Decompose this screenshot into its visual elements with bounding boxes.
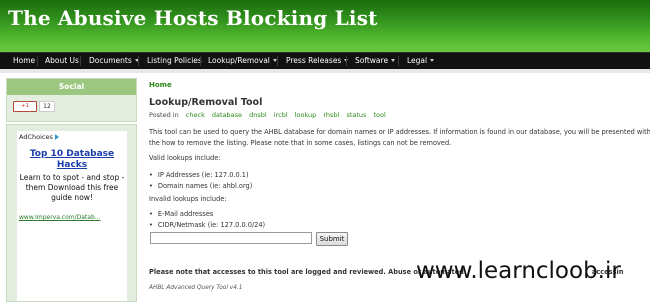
nav-separator xyxy=(398,56,399,66)
tag-link[interactable]: dnsbl xyxy=(249,111,267,119)
tag-link[interactable]: database xyxy=(212,111,242,119)
ad-description: Learn to to spot - and stop - them Downl… xyxy=(19,173,125,202)
plusone-count: 12 xyxy=(39,101,55,112)
breadcrumb-home[interactable]: Home xyxy=(149,81,172,89)
nav-lookup-removal[interactable]: Lookup/Removal xyxy=(208,53,277,69)
list-item: CIDR/Netmask (ie: 127.0.0.0/24) xyxy=(149,221,265,229)
nav-software[interactable]: Software xyxy=(355,53,396,69)
chevron-down-icon xyxy=(391,58,396,62)
list-item: IP Addresses (ie: 127.0.0.1) xyxy=(149,171,249,179)
nav-label: About Us xyxy=(45,56,79,65)
posted-in-label: Posted in xyxy=(149,111,179,119)
adchoices-link[interactable]: AdChoices xyxy=(19,133,59,141)
chevron-down-icon xyxy=(430,58,435,62)
nav-separator xyxy=(138,56,139,66)
nav-separator xyxy=(37,56,38,66)
site-title[interactable]: The Abusive Hosts Blocking List xyxy=(8,6,378,30)
submit-button[interactable]: Submit xyxy=(316,232,348,246)
tag-link[interactable]: check xyxy=(186,111,205,119)
nav-label: Home xyxy=(13,56,36,65)
nav-press-releases[interactable]: Press Releases xyxy=(286,53,349,69)
nav-listing-policies[interactable]: Listing Policies xyxy=(147,53,202,69)
nav-documents[interactable]: Documents xyxy=(89,53,139,69)
nav-label: Press Releases xyxy=(286,56,342,65)
nav-label: Legal xyxy=(407,56,428,65)
social-heading: Social xyxy=(7,79,136,95)
list-item: Domain names (ie: ahbl.org) xyxy=(149,182,252,190)
social-widget: Social +1 12 xyxy=(6,78,137,122)
nav-separator xyxy=(277,56,278,66)
tag-link[interactable]: lookup xyxy=(295,111,317,119)
nav-legal[interactable]: Legal xyxy=(407,53,435,69)
tag-link[interactable]: tool xyxy=(374,111,386,119)
lookup-query-input[interactable] xyxy=(150,232,312,244)
nav-home[interactable]: Home xyxy=(13,53,35,69)
ad-unit[interactable]: AdChoices Top 10 Database Hacks Learn to… xyxy=(17,131,127,301)
valid-lookups-label: Valid lookups include: xyxy=(149,154,221,162)
nav-about-us[interactable]: About Us xyxy=(45,53,79,69)
main-nav: Home About Us Documents Listing Policies… xyxy=(0,52,650,69)
nav-separator xyxy=(346,56,347,66)
ad-widget: AdChoices Top 10 Database Hacks Learn to… xyxy=(6,124,137,302)
list-item: E-Mail addresses xyxy=(149,210,213,218)
nav-separator xyxy=(80,56,81,66)
adchoices-label: AdChoices xyxy=(19,133,53,141)
intro-paragraph: This tool can be used to query the AHBL … xyxy=(149,128,650,147)
invalid-lookups-label: Invalid lookups include: xyxy=(149,195,227,203)
tag-link[interactable]: status xyxy=(346,111,366,119)
nav-separator xyxy=(200,56,201,66)
google-plusone-button[interactable]: +1 xyxy=(13,101,37,112)
tag-link[interactable]: rhsbl xyxy=(323,111,339,119)
tag-link[interactable]: ircbl xyxy=(274,111,288,119)
ad-url[interactable]: www.Imperva.com/Datab... xyxy=(19,214,127,221)
nav-underline xyxy=(0,69,650,73)
site-header: The Abusive Hosts Blocking List xyxy=(0,0,650,52)
plusone-label: +1 xyxy=(20,103,30,109)
page-title: Lookup/Removal Tool xyxy=(149,97,263,108)
nav-label: Software xyxy=(355,56,389,65)
post-tags: Posted in check database dnsbl ircbl loo… xyxy=(149,111,386,119)
adchoices-icon xyxy=(54,134,59,140)
tool-version: AHBL Advanced Query Tool v4.1 xyxy=(149,285,243,291)
ad-title[interactable]: Top 10 Database Hacks xyxy=(19,149,125,171)
watermark-text: www.learncloob.ir xyxy=(416,258,621,284)
nav-label: Listing Policies xyxy=(147,56,202,65)
nav-label: Documents xyxy=(89,56,132,65)
nav-label: Lookup/Removal xyxy=(208,56,270,65)
